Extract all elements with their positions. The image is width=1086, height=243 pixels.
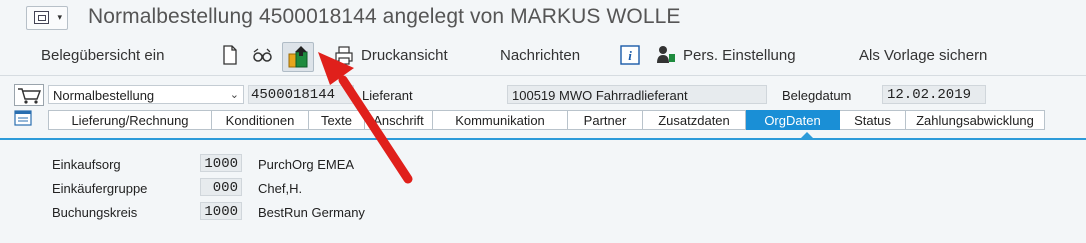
lieferant-field[interactable]: 100519 MWO Fahrradlieferant: [507, 85, 767, 104]
einkaufergruppe-field[interactable]: 000: [200, 178, 242, 196]
chevron-down-icon: ▾: [57, 12, 62, 22]
buchungskreis-label: Buchungskreis: [52, 205, 138, 220]
page-title: Normalbestellung 4500018144 angelegt von…: [88, 5, 681, 28]
person-settings-icon[interactable]: [655, 44, 677, 66]
belegubersicht-button[interactable]: Belegübersicht ein: [41, 47, 164, 64]
info-icon[interactable]: i: [619, 44, 641, 66]
tab-status[interactable]: Status: [840, 110, 906, 130]
tab-zusatzdaten[interactable]: Zusatzdaten: [643, 110, 746, 130]
lieferant-label: Lieferant: [362, 88, 413, 103]
order-type-select[interactable]: Normalbestellung ⌄: [48, 85, 244, 104]
title-bar: ▾ Normalbestellung 4500018144 angelegt v…: [0, 0, 1086, 38]
nachrichten-button[interactable]: Nachrichten: [500, 47, 580, 64]
application-toolbar: Belegübersicht ein Druckansicht Nachrich…: [0, 38, 1086, 74]
druckansicht-button[interactable]: Druckansicht: [361, 47, 448, 64]
printer-icon[interactable]: [333, 44, 355, 66]
einkaufergruppe-description: Chef,H.: [258, 181, 303, 196]
tab-list-icon[interactable]: [14, 110, 32, 126]
export-icon[interactable]: [282, 42, 314, 72]
tab-anschrift[interactable]: Anschrift: [365, 110, 433, 130]
einkaufergruppe-label: Einkäufergruppe: [52, 181, 148, 196]
glasses-icon[interactable]: [251, 44, 273, 66]
tab-underline: [0, 138, 1086, 140]
document-icon[interactable]: [219, 44, 241, 66]
svg-text:i: i: [628, 48, 632, 63]
order-type-value: Normalbestellung: [53, 88, 155, 103]
tab-partner[interactable]: Partner: [568, 110, 643, 130]
menu-icon: [34, 11, 49, 24]
cart-icon[interactable]: [14, 84, 44, 106]
einkaufsorg-label: Einkaufsorg: [52, 157, 121, 172]
tab-zahlungsabwicklung[interactable]: Zahlungsabwicklung: [906, 110, 1045, 130]
toolbar-divider: [0, 75, 1086, 76]
tab-lieferung-rechnung[interactable]: Lieferung/Rechnung: [48, 110, 212, 130]
chevron-down-icon: ⌄: [229, 89, 239, 101]
tab-konditionen[interactable]: Konditionen: [212, 110, 309, 130]
buchungskreis-description: BestRun Germany: [258, 205, 365, 220]
tab-orgdaten[interactable]: OrgDaten: [746, 110, 840, 130]
po-number-field[interactable]: 4500018144: [248, 85, 354, 104]
pers-einstellung-button[interactable]: Pers. Einstellung: [683, 47, 796, 64]
belegdatum-label: Belegdatum: [782, 88, 852, 103]
menu-button[interactable]: ▾: [26, 6, 68, 30]
belegdatum-field[interactable]: 12.02.2019: [882, 85, 986, 104]
einkaufsorg-field[interactable]: 1000: [200, 154, 242, 172]
tab-strip: Lieferung/Rechnung Konditionen Texte Ans…: [48, 110, 1045, 130]
buchungskreis-field[interactable]: 1000: [200, 202, 242, 220]
tab-texte[interactable]: Texte: [309, 110, 365, 130]
tab-kommunikation[interactable]: Kommunikation: [433, 110, 568, 130]
einkaufsorg-description: PurchOrg EMEA: [258, 157, 355, 172]
als-vorlage-button[interactable]: Als Vorlage sichern: [859, 47, 987, 64]
